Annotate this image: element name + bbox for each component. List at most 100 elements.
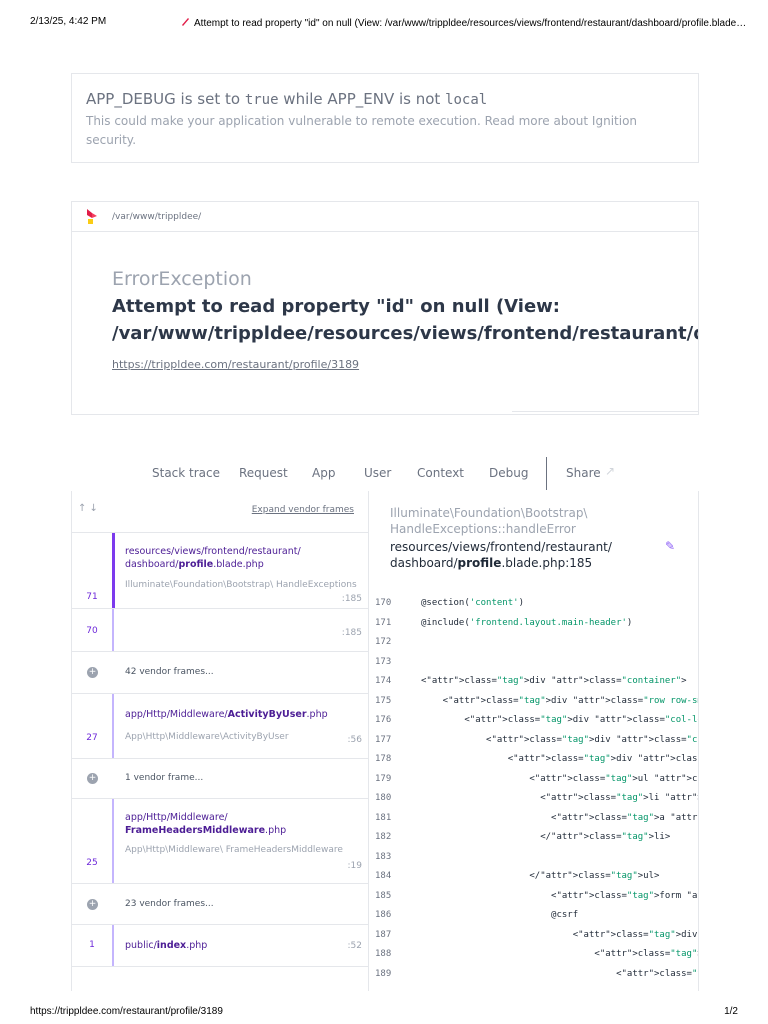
ignition-tab-icon	[180, 16, 190, 26]
frame-marker	[112, 609, 114, 651]
expand-plus-icon: +	[87, 773, 98, 784]
frame-line: :185	[341, 628, 362, 638]
tab-context[interactable]: Context	[417, 466, 464, 480]
code-line: 179 <"attr">class="tag">ul "attr">class=…	[369, 773, 698, 794]
frame-file: resources/views/frontend/restaurant/ das…	[125, 546, 301, 570]
frame-class: App\Http\Middleware\ActivityByUser	[125, 732, 289, 742]
tab-debug[interactable]: Debug	[489, 466, 528, 480]
frame-number: 71	[86, 592, 98, 602]
line-number: 172	[375, 637, 392, 647]
tabs-bar: Stack trace Request App User Context Deb…	[71, 456, 699, 490]
line-number: 178	[375, 754, 392, 764]
vendor-frames-label: 1 vendor frame...	[125, 773, 204, 783]
line-number: 177	[375, 734, 392, 745]
frame-number: 70	[86, 626, 98, 636]
line-code: <"attr">class="tag">div "attr">class="ro…	[421, 929, 698, 940]
frame-nav-arrows-icon[interactable]: ↑ ↓	[78, 503, 98, 514]
footer-url: https://trippldee.com/restaurant/profile…	[30, 1006, 223, 1017]
card-header: /var/www/trippldee/	[72, 202, 698, 232]
line-number: 182	[375, 832, 392, 842]
line-number: 185	[375, 890, 392, 901]
tab-app[interactable]: App	[312, 466, 335, 480]
tab-share[interactable]: Share	[566, 466, 601, 480]
debug-warning: APP_DEBUG is set to true while APP_ENV i…	[71, 73, 699, 163]
frame-number: 27	[86, 733, 98, 743]
print-title: Attempt to read property "id" on null (V…	[180, 16, 768, 29]
line-number: 176	[375, 715, 392, 725]
code-line: 174 <"attr">class="tag">div "attr">class=…	[369, 676, 698, 696]
line-number: 184	[375, 871, 392, 881]
warning-body: This could make your application vulnera…	[86, 114, 638, 147]
divider	[512, 411, 698, 412]
code-line: 187 <"attr">class="tag">div "attr">class…	[369, 929, 698, 950]
line-code: <"attr">class="tag">ul "attr">class="nav…	[421, 773, 698, 784]
line-code: <"attr">class="tag">div "attr">class="fo…	[421, 949, 698, 959]
line-code: <"attr">class="tag">div "attr">class="ro…	[421, 695, 698, 706]
line-number: 171	[375, 617, 392, 628]
code-line: 188 <"attr">class="tag">div "attr">class…	[369, 949, 698, 969]
line-code: </"attr">class="tag">li>	[421, 832, 671, 842]
exception-class: ErrorException	[112, 268, 252, 290]
line-number: 188	[375, 949, 392, 959]
line-code: <"attr">class="tag">li "attr">class="nav…	[421, 793, 698, 803]
frame-file: public/index.php	[125, 940, 208, 951]
line-code: <"attr">class="tag">div "attr">class="co…	[421, 715, 698, 725]
line-code: @section('content')	[421, 598, 524, 608]
frame-number: 25	[86, 858, 98, 868]
expand-vendor-frames-link[interactable]: Expand vendor frames	[252, 505, 354, 515]
code-line: 176 <"attr">class="tag">div "attr">class…	[369, 715, 698, 735]
frame-number: 1	[89, 940, 95, 950]
line-code: <"attr">class="tag">a "attr">class="nav-…	[421, 812, 698, 823]
line-number: 179	[375, 773, 392, 784]
request-url-link[interactable]: https://trippldee.com/restaurant/profile…	[112, 358, 359, 371]
frame-marker	[112, 694, 114, 758]
page-number: 1/2	[724, 1006, 738, 1017]
stack-frame[interactable]: app/Http/Middleware/FrameHeadersMiddlewa…	[72, 799, 368, 884]
stack-trace-pane: ↑ ↓ Expand vendor frames resources/views…	[71, 491, 369, 991]
app-path: /var/www/trippldee/	[112, 211, 202, 222]
line-code: @include('frontend.layout.main-header')	[421, 617, 633, 628]
stack-frame[interactable]: app/Http/Middleware/ActivityByUser.php A…	[72, 694, 368, 759]
line-number: 181	[375, 812, 392, 823]
code-line: 189 <"attr">class="tag">label "attr">for…	[369, 968, 698, 989]
frame-line: :19	[347, 861, 362, 871]
tab-request[interactable]: Request	[239, 466, 288, 480]
print-title-text: Attempt to read property "id" on null (V…	[194, 18, 747, 29]
frame-marker	[112, 533, 115, 608]
tab-stack-trace[interactable]: Stack trace	[152, 466, 220, 480]
line-number: 170	[375, 598, 392, 608]
line-number: 189	[375, 968, 392, 979]
code-line: 173	[369, 656, 698, 677]
frame-line: :52	[347, 941, 362, 951]
code-snippet-pane: Illuminate\Foundation\Bootstrap\ HandleE…	[369, 491, 699, 991]
stack-frame[interactable]: 70 :185	[72, 609, 368, 652]
code-namespace: Illuminate\Foundation\Bootstrap\ HandleE…	[390, 506, 588, 536]
tab-user[interactable]: User	[364, 466, 391, 480]
frame-marker	[112, 925, 114, 966]
vendor-frames-toggle[interactable]: + 42 vendor frames...	[72, 652, 368, 694]
frame-line: :56	[347, 735, 362, 745]
line-number: 187	[375, 929, 392, 940]
vendor-frames-toggle[interactable]: + 1 vendor frame...	[72, 759, 368, 799]
exception-message: Attempt to read property "id" on null (V…	[112, 296, 698, 344]
print-date: 2/13/25, 4:42 PM	[30, 16, 107, 27]
stack-frame[interactable]: resources/views/frontend/restaurant/ das…	[72, 533, 368, 609]
vendor-frames-toggle[interactable]: + 23 vendor frames...	[72, 884, 368, 925]
ignition-logo-icon	[87, 208, 97, 224]
code-line: 172	[369, 637, 698, 657]
vendor-frames-label: 23 vendor frames...	[125, 899, 214, 909]
frame-file: app/Http/Middleware/FrameHeadersMiddlewa…	[125, 812, 287, 836]
line-code: </"attr">class="tag">ul>	[421, 871, 660, 881]
code-line: 177 <"attr">class="tag">div "attr">class…	[369, 734, 698, 755]
line-number: 186	[375, 910, 392, 920]
line-code: <"attr">class="tag">label "attr">for="e	[421, 968, 698, 979]
line-code: <"attr">class="tag">div "attr">class="co…	[421, 676, 687, 686]
line-code: <"attr">class="tag">form "attr">name="re…	[421, 890, 698, 901]
code-line: 185 <"attr">class="tag">form "attr">name…	[369, 890, 698, 911]
share-icon[interactable]: ↗	[605, 464, 615, 478]
line-number: 173	[375, 656, 392, 667]
stack-frame[interactable]: 1 public/index.php :52	[72, 925, 368, 967]
edit-pencil-icon[interactable]: ✎	[665, 539, 675, 553]
line-number: 183	[375, 851, 392, 862]
tab-divider	[546, 457, 547, 490]
